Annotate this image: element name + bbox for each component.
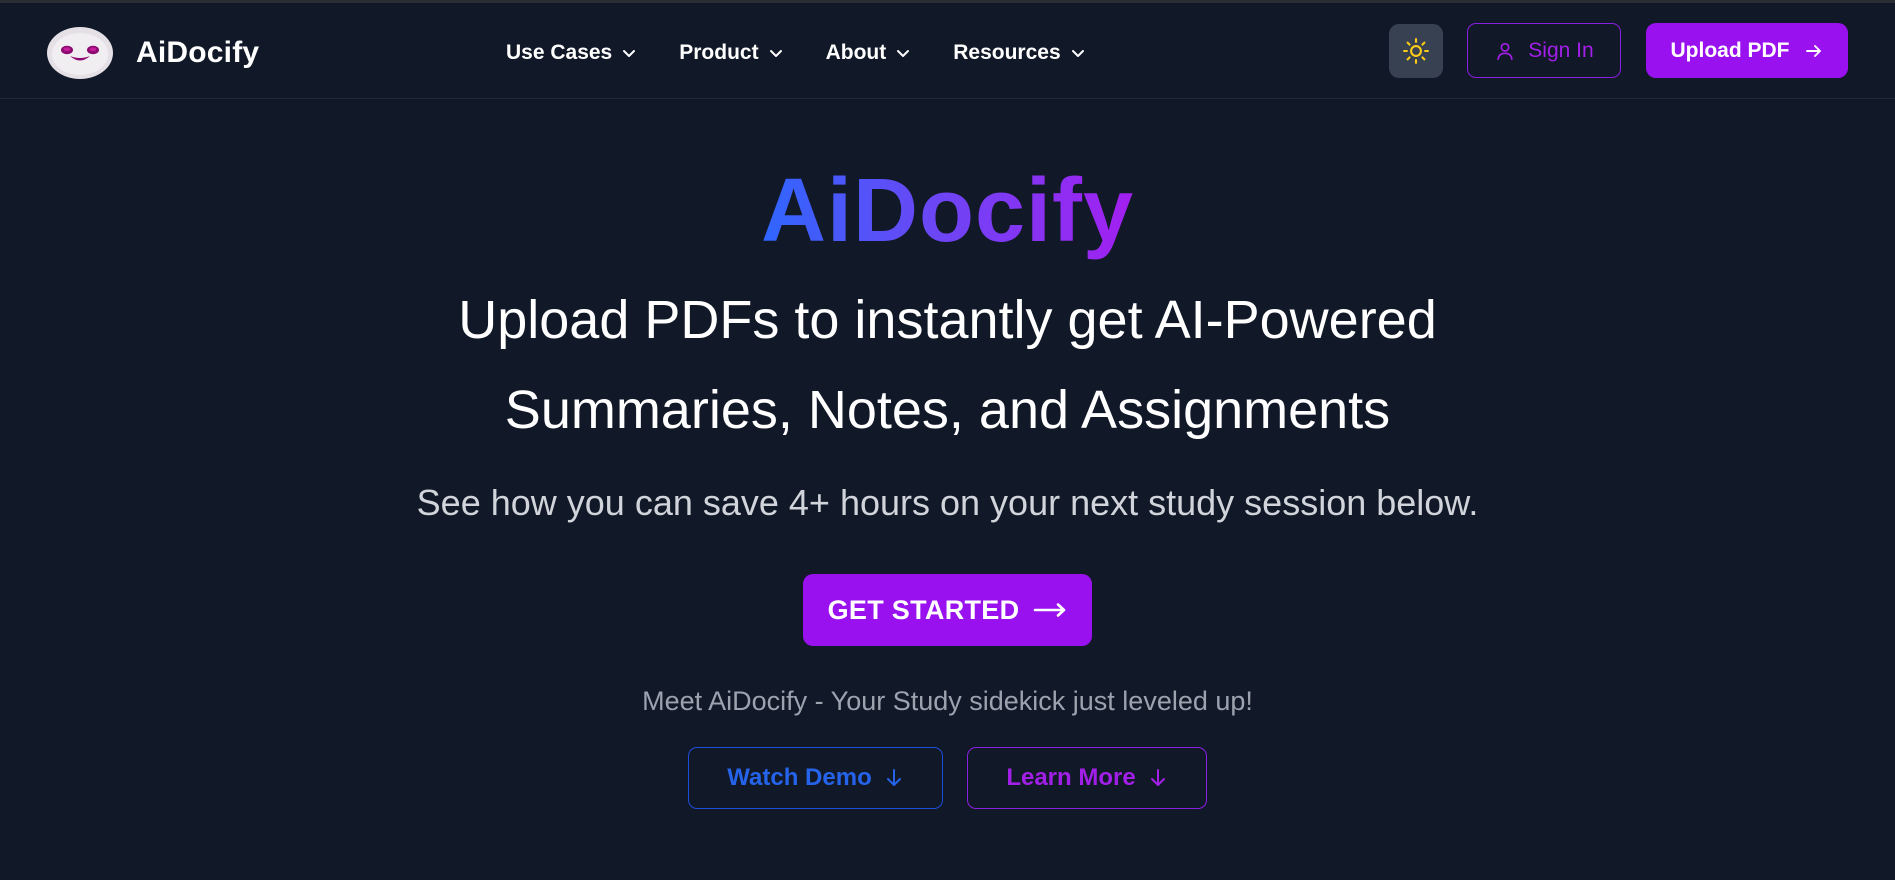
nav-item-about[interactable]: About <box>826 41 912 65</box>
navbar: AiDocify Use Cases Product About Resourc… <box>0 3 1895 99</box>
sign-in-button[interactable]: Sign In <box>1467 23 1621 78</box>
nav-item-product[interactable]: Product <box>679 41 783 65</box>
chevron-down-icon <box>769 50 782 57</box>
main-nav: Use Cases Product About Resources <box>506 33 1128 73</box>
hero-title-text: AiDocify <box>760 161 1135 261</box>
nav-item-use-cases[interactable]: Use Cases <box>506 41 637 65</box>
chevron-down-icon <box>897 50 910 57</box>
nav-item-label: Use Cases <box>506 41 613 64</box>
hero-title: AiDocify <box>0 160 1895 263</box>
brand-link[interactable]: AiDocify <box>46 25 259 81</box>
upload-pdf-button[interactable]: Upload PDF <box>1646 23 1848 78</box>
nav-item-resources[interactable]: Resources <box>953 41 1085 65</box>
hero-headline-line-2: Summaries, Notes, and Assignments <box>504 380 1391 440</box>
hero-headline-line-1: Upload PDFs to instantly get AI-Powered <box>458 290 1437 350</box>
learn-more-button[interactable]: Learn More <box>967 747 1207 809</box>
brand-name: AiDocify <box>136 36 260 69</box>
sun-icon <box>1403 38 1429 64</box>
chevron-down-icon <box>1071 50 1084 57</box>
theme-toggle-button[interactable] <box>1389 24 1443 78</box>
arrow-down-icon <box>886 769 901 786</box>
get-started-button[interactable]: GET STARTED <box>803 574 1092 646</box>
hero-subline: See how you can save 4+ hours on your ne… <box>416 482 1479 523</box>
user-icon <box>1497 42 1513 60</box>
upload-pdf-label: Upload PDF <box>1670 38 1790 62</box>
hero-tagline: Meet AiDocify - Your Study sidekick just… <box>642 686 1253 716</box>
logo-icon <box>46 26 114 80</box>
get-started-label: GET STARTED <box>827 594 1020 625</box>
sign-in-label: Sign In <box>1528 38 1594 62</box>
arrow-right-icon <box>1805 44 1821 57</box>
nav-item-label: Product <box>679 41 759 64</box>
nav-item-label: About <box>825 41 887 64</box>
arrow-down-icon <box>1150 769 1165 786</box>
chevron-down-icon <box>623 50 636 57</box>
nav-item-label: Resources <box>953 41 1061 64</box>
learn-more-label: Learn More <box>1006 764 1136 791</box>
long-arrow-right-icon <box>1034 603 1066 617</box>
watch-demo-button[interactable]: Watch Demo <box>688 747 943 809</box>
watch-demo-label: Watch Demo <box>727 764 872 791</box>
